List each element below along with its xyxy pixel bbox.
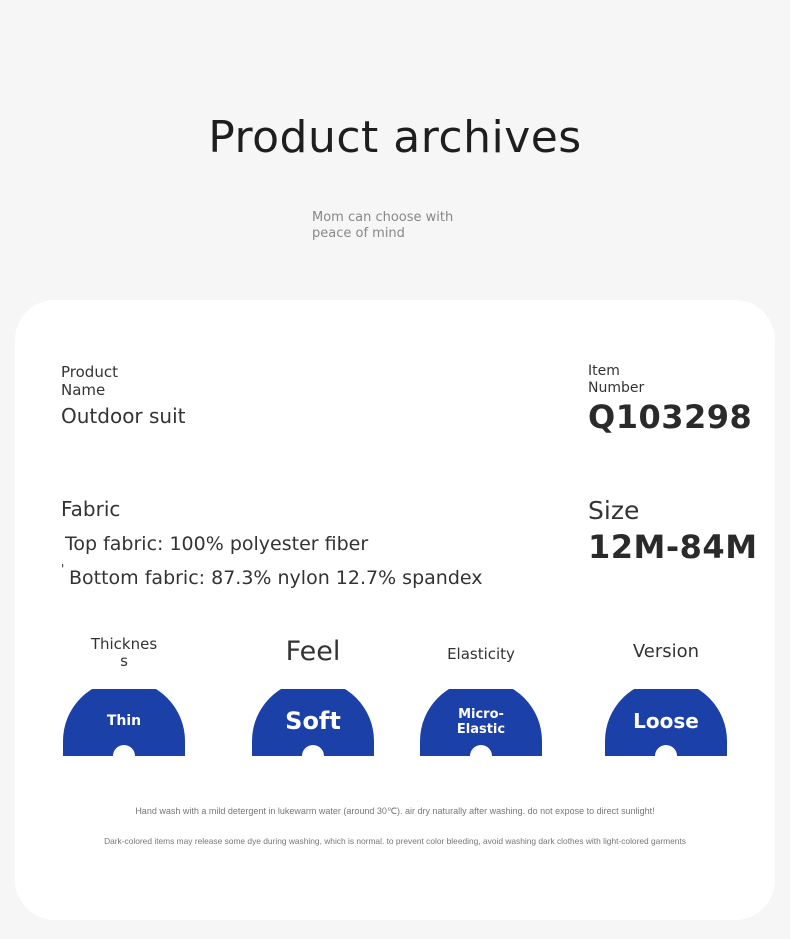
wash-note: Hand wash with a mild detergent in lukew… (135, 806, 655, 816)
attr-label-thickness: Thickness (90, 635, 158, 670)
badge-feel: Soft (252, 689, 374, 756)
badge-text-elasticity: Micro-Elastic (456, 707, 506, 737)
badge-version: Loose (605, 689, 727, 756)
product-name-label: Product Name (61, 363, 118, 399)
badge-thickness: Thin (63, 689, 185, 756)
page-subtitle: Mom can choose with peace of mind (312, 210, 454, 241)
product-name-value: Outdoor suit (61, 404, 186, 428)
product-card: Product Name Outdoor suit Item Number Q1… (15, 300, 775, 920)
badge-text-feel: Soft (285, 707, 341, 735)
tick-mark: ' (61, 562, 65, 576)
badge-text-version: Loose (633, 709, 699, 733)
attr-label-version: Version (632, 641, 700, 662)
size-label: Size (588, 496, 640, 525)
item-number-value: Q103298 (588, 398, 753, 436)
attr-label-elasticity: Elasticity (447, 645, 515, 663)
size-value: 12M-84M (588, 528, 758, 566)
fabric-bottom: Bottom fabric: 87.3% nylon 12.7% spandex (69, 567, 483, 589)
fabric-top: Top fabric: 100% polyester fiber (65, 533, 369, 555)
badge-elasticity: Micro-Elastic (420, 689, 542, 756)
dye-note: Dark-colored items may release some dye … (104, 836, 686, 846)
badge-text-thickness: Thin (106, 713, 142, 729)
fabric-label: Fabric (61, 497, 121, 521)
page-title: Product archives (208, 112, 582, 163)
item-number-label: Item Number (588, 363, 645, 396)
attr-label-feel: Feel (285, 636, 341, 667)
